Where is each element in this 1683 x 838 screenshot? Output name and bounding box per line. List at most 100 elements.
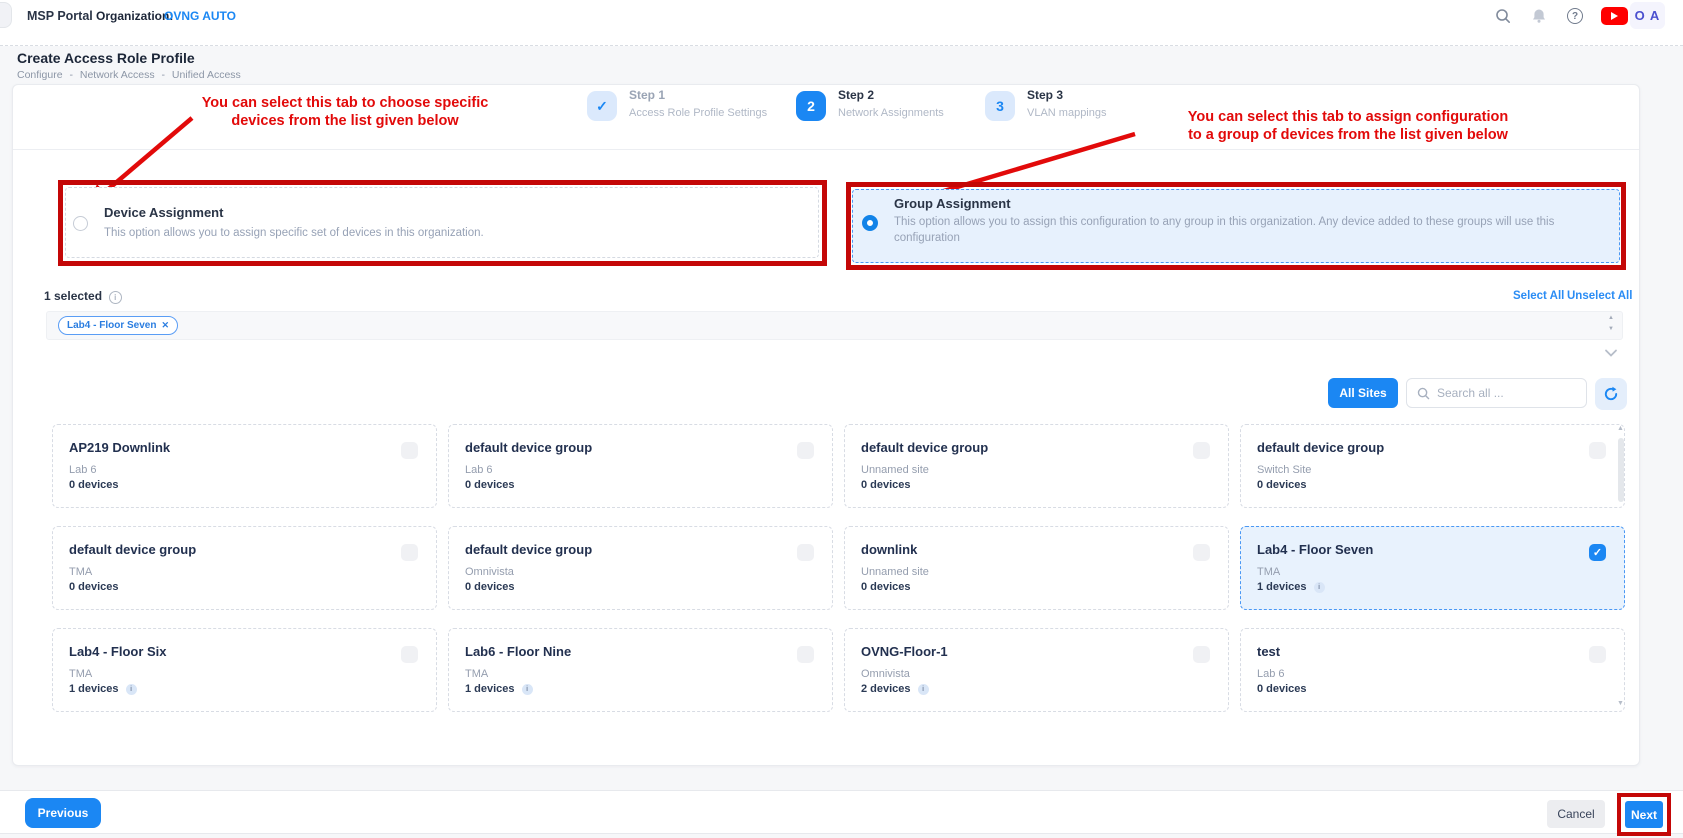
youtube-icon[interactable] — [1601, 7, 1628, 25]
group-checkbox[interactable] — [797, 442, 814, 459]
refresh-button[interactable] — [1595, 378, 1627, 410]
group-device-count: 0 devices — [861, 581, 911, 593]
group-name: Lab4 - Floor Six — [69, 644, 420, 659]
group-card[interactable]: default device group TMA 0 devices — [52, 526, 437, 610]
info-icon[interactable]: i — [126, 684, 137, 695]
group-checkbox[interactable] — [401, 442, 418, 459]
group-checkbox[interactable] — [797, 646, 814, 663]
group-card[interactable]: default device group Unnamed site 0 devi… — [844, 424, 1229, 508]
grid-scrollbar-thumb[interactable] — [1618, 438, 1624, 502]
organization-value[interactable]: OVNG AUTO — [164, 9, 236, 23]
annotation-right: You can select this tab to assign config… — [1110, 108, 1586, 144]
step2-badge[interactable]: 2 — [796, 91, 826, 121]
group-site: Switch Site — [1257, 464, 1608, 476]
selected-chip[interactable]: Lab4 - Floor Seven ✕ — [58, 316, 178, 335]
group-device-count: 0 devices — [1257, 683, 1307, 695]
search-input[interactable] — [1437, 386, 1567, 400]
group-checkbox[interactable] — [1193, 646, 1210, 663]
group-name: test — [1257, 644, 1608, 659]
group-device-count: 1 devices — [465, 683, 515, 695]
group-site: TMA — [1257, 566, 1608, 578]
group-card[interactable]: downlink Unnamed site 0 devices — [844, 526, 1229, 610]
step1-title: Step 1 — [629, 88, 665, 102]
group-name: OVNG-Floor-1 — [861, 644, 1212, 659]
breadcrumb: Configure - Network Access - Unified Acc… — [17, 69, 245, 81]
group-device-count: 0 devices — [465, 479, 515, 491]
group-checkbox[interactable] — [797, 544, 814, 561]
device-assignment-option[interactable] — [65, 187, 819, 258]
search-icon[interactable] — [1494, 7, 1512, 25]
group-assignment-radio[interactable] — [862, 215, 878, 231]
group-device-count: 1 devices — [69, 683, 119, 695]
scroll-down-icon[interactable]: ▼ — [1604, 325, 1618, 333]
group-checkbox[interactable] — [401, 646, 418, 663]
group-card[interactable]: Lab4 - Floor Six TMA 1 devices i — [52, 628, 437, 712]
info-icon[interactable]: i — [522, 684, 533, 695]
group-site: Lab 6 — [1257, 668, 1608, 680]
selected-chips-bar — [46, 311, 1623, 340]
app-brand: MSP Portal — [27, 9, 93, 23]
sidebar-toggle[interactable] — [0, 2, 12, 28]
info-icon[interactable]: i — [109, 291, 122, 304]
step3-badge[interactable]: 3 — [985, 91, 1015, 121]
user-avatar[interactable]: O A — [1630, 2, 1665, 29]
group-name: default device group — [465, 542, 816, 557]
previous-button[interactable]: Previous — [25, 798, 101, 828]
refresh-icon — [1603, 386, 1619, 402]
group-name: Lab4 - Floor Seven — [1257, 542, 1608, 557]
breadcrumb-item[interactable]: Network Access — [80, 69, 155, 81]
group-checkbox[interactable] — [1193, 544, 1210, 561]
group-card-selected[interactable]: Lab4 - Floor Seven ✓ TMA 1 devicesi — [1240, 526, 1625, 610]
group-name: default device group — [1257, 440, 1608, 455]
info-icon[interactable]: i — [918, 684, 929, 695]
stepper-divider — [13, 149, 1639, 150]
group-checkbox-checked[interactable]: ✓ — [1589, 544, 1606, 561]
group-card[interactable]: test Lab 6 0 devices — [1240, 628, 1625, 712]
grid-scroll-down-icon[interactable]: ▼ — [1617, 700, 1624, 707]
expand-chips-chevron-icon[interactable] — [1604, 344, 1618, 362]
group-site: TMA — [69, 668, 420, 680]
search-field[interactable] — [1406, 378, 1587, 408]
unselect-all-link[interactable]: Unselect All — [1567, 290, 1632, 302]
group-checkbox[interactable] — [1589, 442, 1606, 459]
group-device-count: 0 devices — [465, 581, 515, 593]
group-card[interactable]: default device group Omnivista 0 devices — [448, 526, 833, 610]
breadcrumb-item[interactable]: Unified Access — [172, 69, 241, 81]
all-sites-button[interactable]: All Sites — [1328, 378, 1398, 408]
group-checkbox[interactable] — [1589, 646, 1606, 663]
search-icon — [1417, 387, 1430, 400]
cancel-button[interactable]: Cancel — [1547, 800, 1605, 828]
group-card[interactable]: default device group Switch Site 0 devic… — [1240, 424, 1625, 508]
page-title: Create Access Role Profile — [17, 50, 195, 66]
group-name: AP219 Downlink — [69, 440, 420, 455]
group-card[interactable]: default device group Lab 6 0 devices — [448, 424, 833, 508]
breadcrumb-separator: - — [69, 69, 73, 81]
grid-scroll-up-icon[interactable]: ▲ — [1617, 425, 1624, 432]
device-assignment-description: This option allows you to assign specifi… — [104, 225, 484, 241]
chip-close-icon[interactable]: ✕ — [161, 320, 169, 331]
footer-bar — [0, 790, 1683, 834]
next-button[interactable]: Next — [1625, 801, 1663, 828]
group-checkbox[interactable] — [1193, 442, 1210, 459]
group-site: Unnamed site — [861, 464, 1212, 476]
help-icon[interactable]: ? — [1566, 7, 1584, 25]
step2-subtitle: Network Assignments — [838, 107, 944, 119]
group-card[interactable]: OVNG-Floor-1 Omnivista 2 devicesi — [844, 628, 1229, 712]
group-site: Omnivista — [861, 668, 1212, 680]
device-assignment-radio[interactable] — [73, 216, 88, 231]
notifications-bell-icon[interactable] — [1530, 7, 1548, 25]
select-all-link[interactable]: Select All — [1513, 290, 1564, 302]
group-site: TMA — [69, 566, 420, 578]
step3-title: Step 3 — [1027, 88, 1063, 102]
scroll-up-icon[interactable]: ▲ — [1604, 314, 1618, 322]
device-assignment-title: Device Assignment — [104, 205, 223, 220]
info-icon[interactable]: i — [1314, 582, 1325, 593]
group-site: Lab 6 — [69, 464, 420, 476]
group-site: Unnamed site — [861, 566, 1212, 578]
group-card[interactable]: AP219 Downlink Lab 6 0 devices — [52, 424, 437, 508]
step1-badge-check-icon[interactable]: ✓ — [587, 91, 617, 121]
top-bar — [0, 0, 1683, 46]
breadcrumb-item[interactable]: Configure — [17, 69, 63, 81]
group-checkbox[interactable] — [401, 544, 418, 561]
group-card[interactable]: Lab6 - Floor Nine TMA 1 devicesi — [448, 628, 833, 712]
